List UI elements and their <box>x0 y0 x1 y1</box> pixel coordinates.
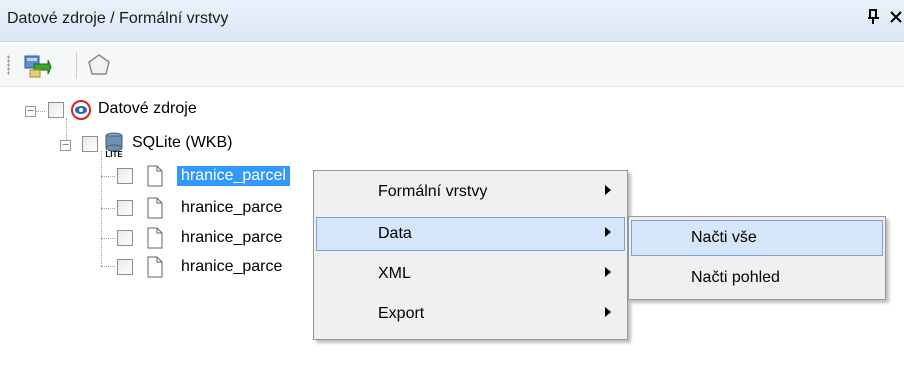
tree-layer-item[interactable]: hranice_parcel <box>177 166 290 186</box>
context-menu: Formální vrstvy Data XML Export <box>313 170 628 340</box>
layer-checkbox[interactable] <box>117 230 133 246</box>
tree-node-source-label[interactable]: SQLite (WKB) <box>132 134 232 152</box>
document-icon <box>147 256 163 282</box>
tree-connector <box>101 238 115 239</box>
document-icon <box>147 165 163 191</box>
menu-item-label: Export <box>378 305 425 322</box>
submenu-arrow-icon <box>605 227 611 237</box>
tree-node-root-label[interactable]: Datové zdroje <box>98 100 197 118</box>
refresh-sources-button[interactable] <box>22 50 52 80</box>
collapse-icon[interactable]: – <box>60 140 71 151</box>
toolbar <box>0 43 904 87</box>
source-checkbox[interactable] <box>82 136 98 152</box>
menu-item-xml[interactable]: XML <box>316 257 625 291</box>
sqlite-database-icon: LITE <box>102 132 126 162</box>
refresh-sources-icon <box>24 55 52 78</box>
menu-item-nacti-vse[interactable]: Načti vše <box>631 220 883 256</box>
datasource-icon <box>70 99 92 125</box>
menu-item-label: Formální vrstvy <box>378 183 488 200</box>
menu-item-nacti-pohled[interactable]: Načti pohled <box>631 260 883 296</box>
tree-connector <box>35 111 45 112</box>
menu-item-label: Data <box>378 225 412 242</box>
collapse-icon[interactable]: – <box>25 106 36 117</box>
polygon-icon <box>88 54 110 75</box>
layer-checkbox[interactable] <box>117 168 133 184</box>
tree-layer-item[interactable]: hranice_parce <box>181 199 282 217</box>
panel-titlebar: Datové zdroje / Formální vrstvy <box>0 0 904 42</box>
menu-item-data[interactable]: Data <box>316 217 625 251</box>
close-icon[interactable] <box>889 8 903 29</box>
tree-connector <box>101 208 115 209</box>
submenu-arrow-icon <box>605 267 611 277</box>
tree-connector <box>101 176 115 177</box>
menu-item-label: XML <box>378 265 411 282</box>
svg-text:LITE: LITE <box>105 150 123 158</box>
root-checkbox[interactable] <box>48 102 64 118</box>
submenu-arrow-icon <box>605 307 611 317</box>
layer-checkbox[interactable] <box>117 259 133 275</box>
document-icon <box>147 227 163 253</box>
menu-item-export[interactable]: Export <box>316 297 625 331</box>
toolbar-grip[interactable] <box>7 55 10 75</box>
submenu-arrow-icon <box>605 185 611 195</box>
pin-icon[interactable] <box>868 9 880 29</box>
panel-title: Datové zdroje / Formální vrstvy <box>7 10 229 27</box>
toolbar-separator <box>76 52 77 78</box>
data-submenu: Načti vše Načti pohled <box>628 216 886 300</box>
tree-layer-item[interactable]: hranice_parce <box>181 258 282 276</box>
menu-item-label: Načti pohled <box>691 269 780 286</box>
tree-connector <box>101 266 115 267</box>
tree-layer-item[interactable]: hranice_parce <box>181 229 282 247</box>
layer-checkbox[interactable] <box>117 200 133 216</box>
document-icon <box>147 197 163 223</box>
menu-item-label: Načti vše <box>691 229 757 246</box>
menu-item-formalni-vrstvy[interactable]: Formální vrstvy <box>316 175 625 209</box>
polygon-button[interactable] <box>84 50 114 80</box>
